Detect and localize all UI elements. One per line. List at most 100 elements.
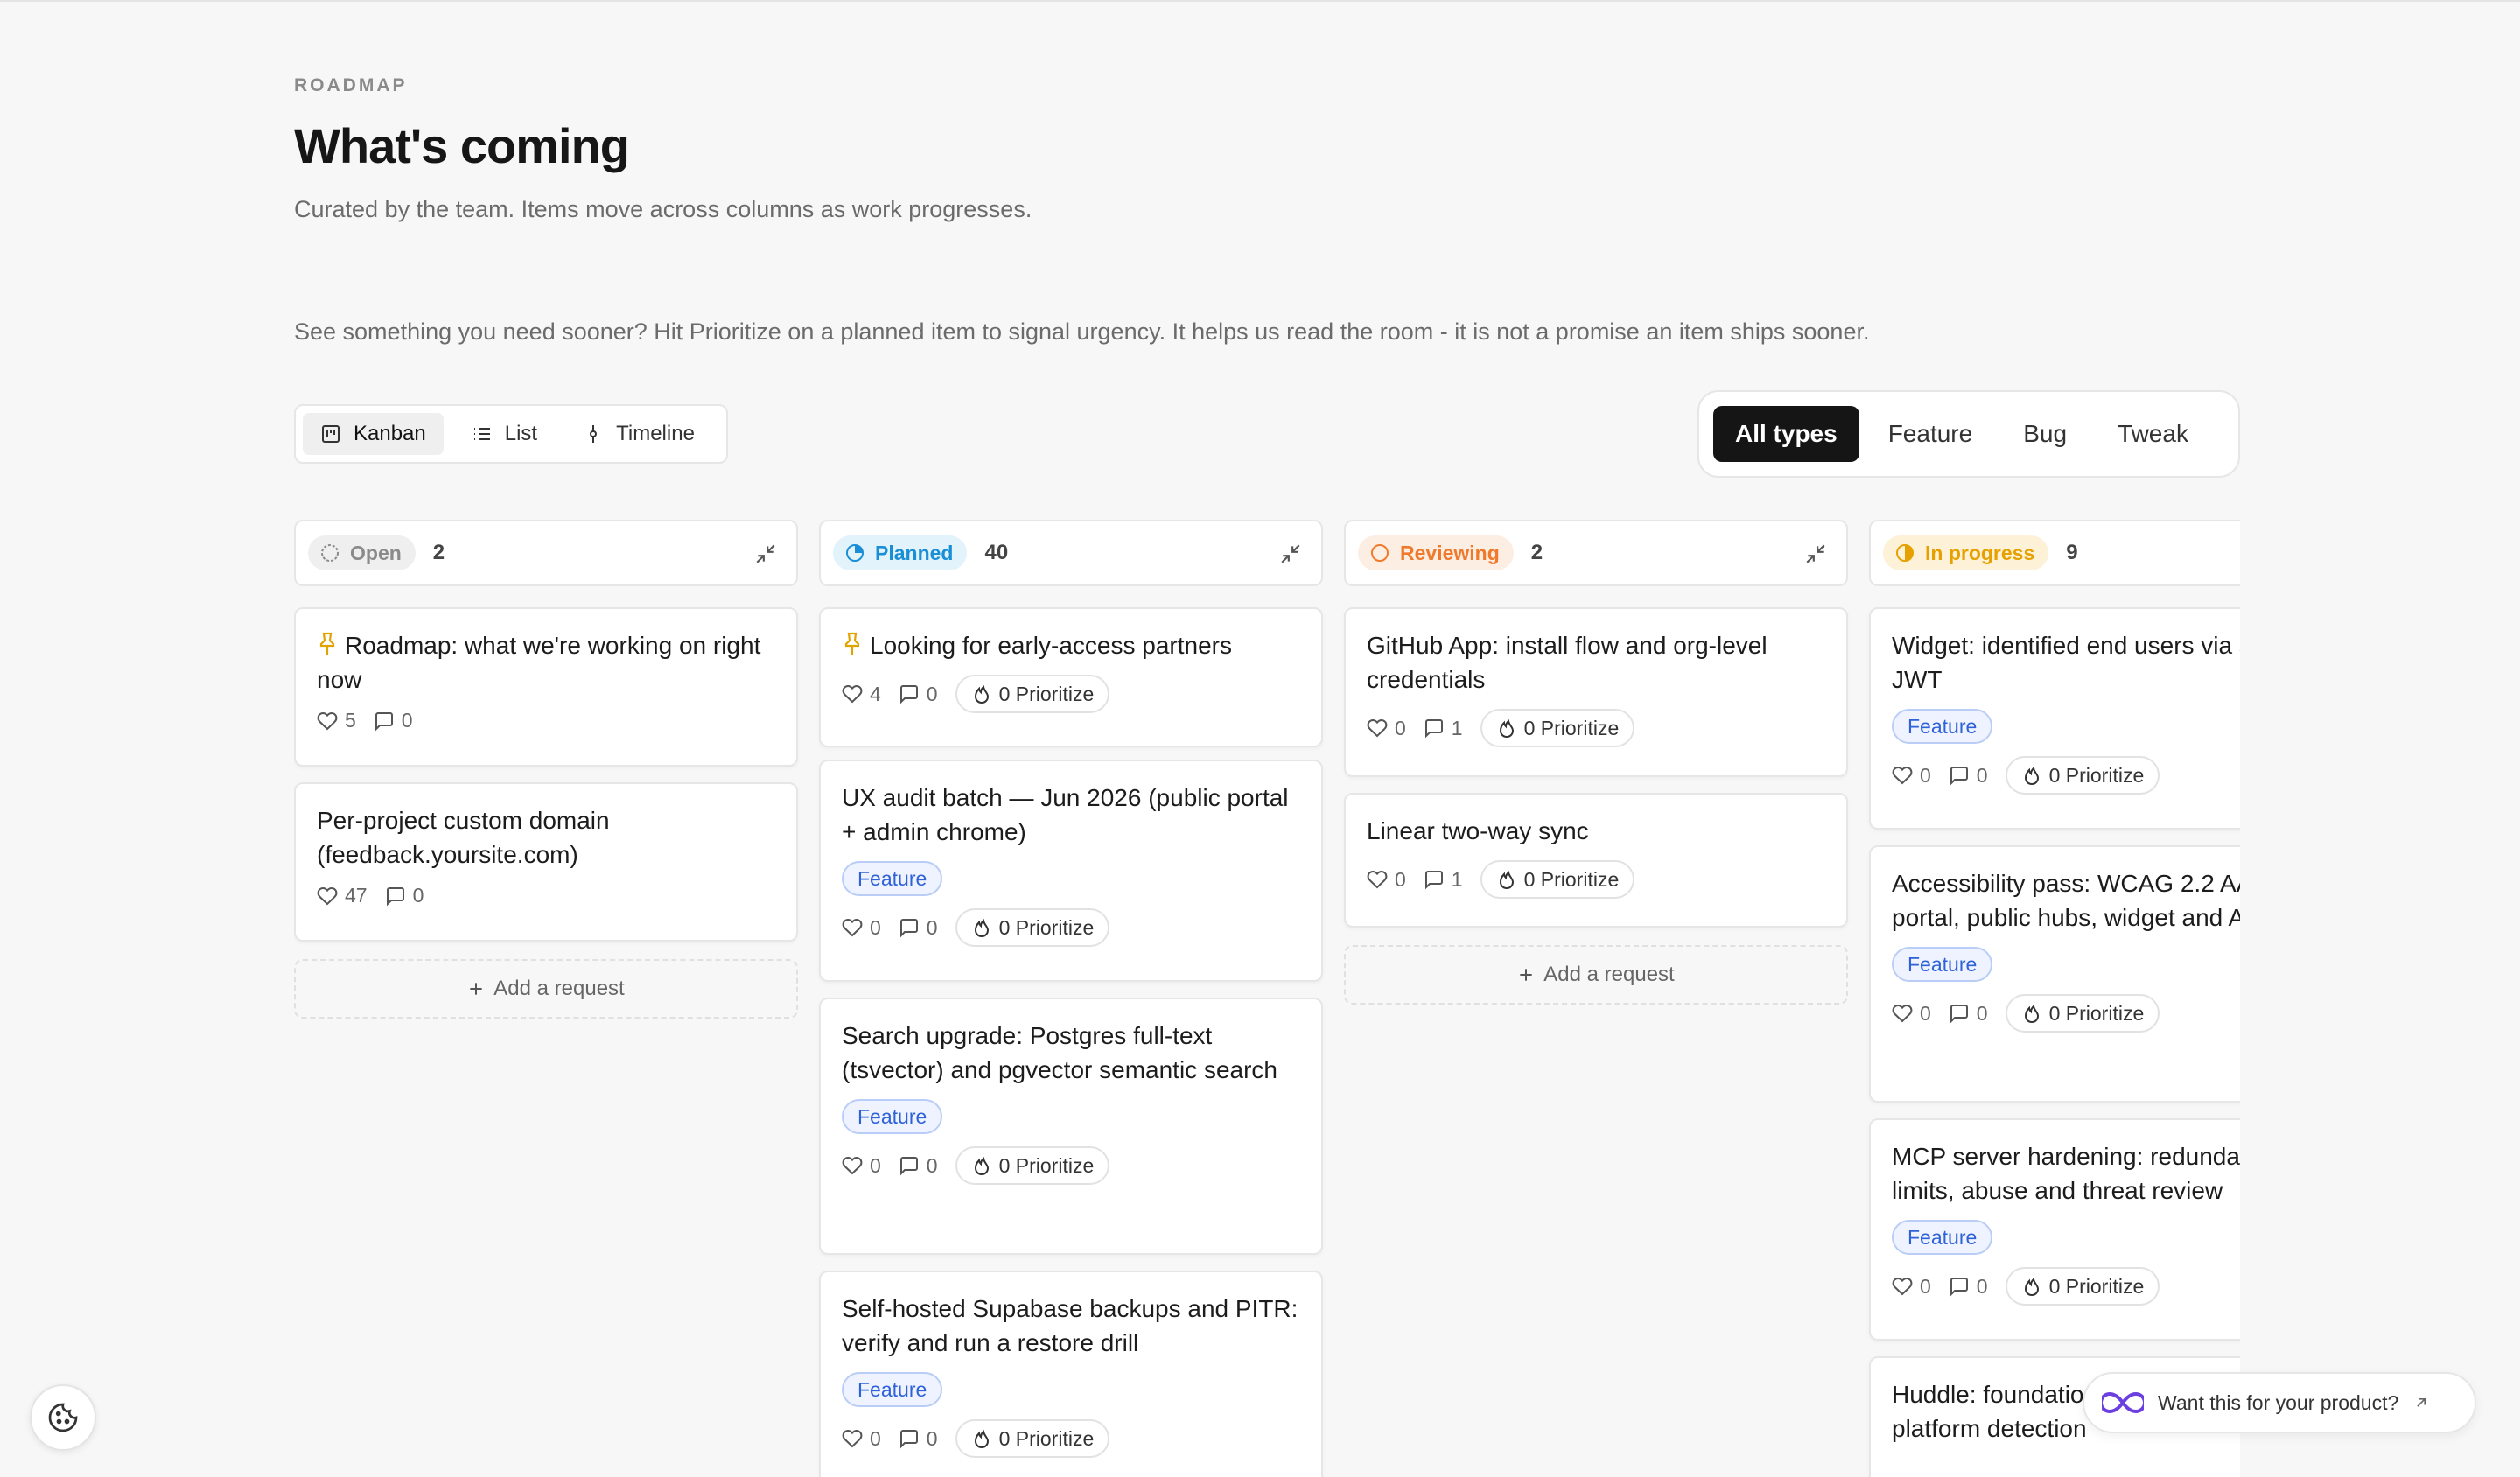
column-header: Reviewing 2 [1344,520,1848,586]
collapse-column-button[interactable] [1804,542,1827,565]
roadmap-card[interactable]: Widget: identified end users via signed … [1869,607,2240,830]
card-title-text: Self-hosted Supabase backups and PITR: v… [842,1295,1298,1356]
comment-icon [900,1430,918,1449]
comment-button[interactable]: 0 [1949,1002,1988,1026]
prioritize-label: 0 Prioritize [2048,1274,2145,1298]
comment-button[interactable]: 0 [899,916,938,940]
cookie-icon [48,1403,78,1432]
like-count: 5 [345,709,356,732]
view-kanban-button[interactable]: Kanban [303,413,444,455]
list-icon [473,428,490,440]
prioritize-label: 0 Prioritize [2048,1001,2145,1025]
prioritize-button[interactable]: 0 Prioritize [955,675,1110,713]
comment-button[interactable]: 0 [1949,1275,1988,1298]
kanban-board: Open 2 Roadmap: what we're working on righ… [294,520,2240,1477]
like-button[interactable]: 0 [842,1427,881,1451]
flame-icon [2024,766,2039,786]
comment-button[interactable]: 0 [899,1154,938,1178]
prioritize-button[interactable]: 0 Prioritize [2005,994,2160,1032]
like-button[interactable]: 4 [842,682,881,706]
card-meta: 0 0 0 Prioritize [842,1419,1300,1458]
timeline-icon [590,425,598,443]
type-tweak-button[interactable]: Tweak [2096,406,2210,462]
like-button[interactable]: 5 [317,709,356,732]
prioritize-button[interactable]: 0 Prioritize [2005,1267,2160,1306]
type-bug-button[interactable]: Bug [2001,406,2089,462]
comment-button[interactable]: 0 [899,682,938,706]
like-icon [317,711,338,730]
cookie-settings-button[interactable] [30,1384,96,1451]
prioritize-button[interactable]: 0 Prioritize [955,908,1110,947]
status-reviewing-icon [1371,544,1389,562]
card-title-text: Widget: identified end users via signed … [1892,632,2240,693]
prioritize-label: 0 Prioritize [1523,867,1620,891]
roadmap-card[interactable]: Accessibility pass: WCAG 2.2 AA across p… [1869,845,2240,1102]
comment-count: 0 [926,915,938,939]
like-count: 47 [345,884,368,906]
like-count: 0 [870,915,881,939]
collapse-icon [1281,544,1300,564]
like-button[interactable]: 47 [317,884,368,907]
comment-button[interactable]: 0 [1949,764,1988,788]
card-title: Widget: identified end users via signed … [1892,628,2240,696]
like-button[interactable]: 0 [1892,1275,1931,1298]
column-count: 2 [1530,541,1544,564]
flame-icon [2024,1277,2039,1297]
like-button[interactable]: 0 [842,1154,881,1178]
roadmap-card[interactable]: Search upgrade: Postgres full-text (tsve… [819,998,1323,1255]
comment-icon [374,711,393,731]
comment-count: 0 [1976,1274,1988,1298]
promo-widget[interactable]: Want this for your product? [2082,1372,2476,1433]
column-count: 2 [432,541,445,564]
card-title: Self-hosted Supabase backups and PITR: v… [842,1292,1300,1360]
prioritize-button[interactable]: 0 Prioritize [1480,860,1635,899]
roadmap-card[interactable]: UX audit batch — Jun 2026 (public portal… [819,760,1323,982]
view-list-button[interactable]: List [454,413,555,455]
status-in-progress-icon [1896,544,1914,562]
like-button[interactable]: 0 [1367,717,1406,740]
status-pill: In progress [1883,536,2049,570]
comment-count: 0 [926,682,938,705]
like-button[interactable]: 0 [1892,1002,1931,1026]
comment-button[interactable]: 0 [385,884,424,907]
comment-button[interactable]: 0 [899,1427,938,1451]
roadmap-card[interactable]: MCP server hardening: redundant rate lim… [1869,1118,2240,1340]
view-list-label: List [504,422,538,445]
roadmap-card[interactable]: Looking for early-access partners 4 0 0 Pri… [819,607,1323,747]
like-count: 0 [1920,1001,1931,1025]
prioritize-button[interactable]: 0 Prioritize [955,1419,1110,1458]
roadmap-card[interactable]: Self-hosted Supabase backups and PITR: v… [819,1270,1323,1477]
comment-count: 0 [401,709,413,732]
collapse-icon [756,544,775,564]
view-kanban-label: Kanban [354,422,426,445]
comment-button[interactable]: 0 [374,709,413,732]
flame-icon [2024,1004,2039,1024]
like-button[interactable]: 0 [842,916,881,940]
like-button[interactable]: 0 [1892,764,1931,788]
add-request-button[interactable]: Add a request [1344,945,1848,1004]
comment-button[interactable]: 1 [1424,868,1463,892]
type-feature-button[interactable]: Feature [1866,406,1995,462]
roadmap-card[interactable]: GitHub App: install flow and org-level c… [1344,607,1848,777]
roadmap-card[interactable]: Per-project custom domain (feedback.your… [294,782,798,942]
type-all-button[interactable]: All types [1713,406,1859,462]
card-meta: 0 0 0 Prioritize [842,908,1300,947]
card-title-text: Search upgrade: Postgres full-text (tsve… [842,1022,1278,1083]
roadmap-card[interactable]: Linear two-way sync 0 1 0 Prioritize [1344,793,1848,928]
prioritize-button[interactable]: 0 Prioritize [1480,709,1635,747]
card-meta: 0 0 0 Prioritize [1892,756,2240,794]
comment-count: 0 [412,884,424,906]
like-icon [1367,871,1388,889]
add-request-button[interactable]: Add a request [294,959,798,1018]
comment-button[interactable]: 1 [1424,717,1463,740]
prioritize-button[interactable]: 0 Prioritize [2005,756,2160,794]
prioritize-button[interactable]: 0 Prioritize [955,1146,1110,1185]
card-meta: 47 0 [317,884,775,907]
collapse-column-button[interactable] [1279,542,1302,565]
view-timeline-button[interactable]: Timeline [565,413,712,455]
roadmap-card[interactable]: Roadmap: what we're working on right now… [294,607,798,766]
like-count: 0 [870,1426,881,1450]
collapse-column-button[interactable] [754,542,777,565]
comment-count: 1 [1451,867,1463,891]
like-button[interactable]: 0 [1367,868,1406,892]
